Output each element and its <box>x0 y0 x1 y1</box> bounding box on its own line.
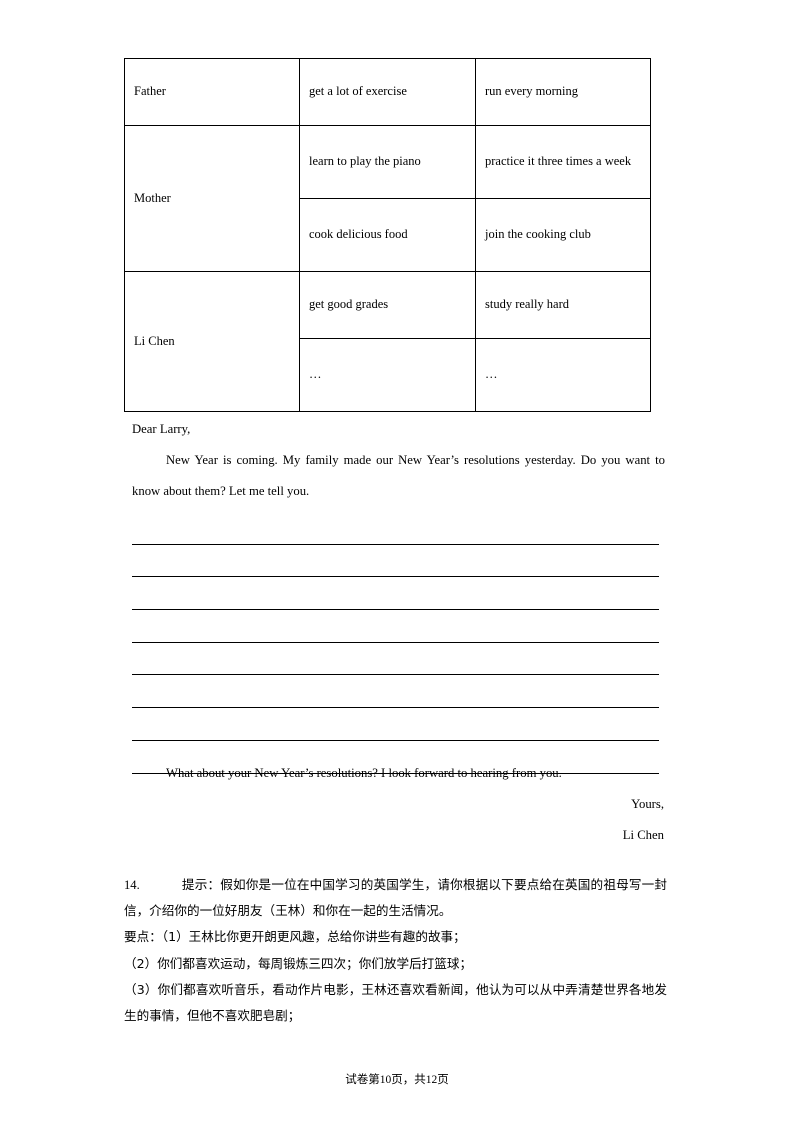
question-point-2: （2）你们都喜欢运动，每周锻炼三四次；你们放学后打篮球； <box>124 955 473 971</box>
table-row: Mother learn to play the piano practice … <box>124 125 651 272</box>
cell-how: run every morning <box>475 58 651 126</box>
letter-closing-sentence: What about your New Year’s resolutions? … <box>166 766 562 780</box>
footer-suffix: 页 <box>437 1072 449 1086</box>
table-row: Father get a lot of exercise run every m… <box>124 58 651 126</box>
answer-writing-lines[interactable] <box>132 512 659 774</box>
cell-how: … <box>475 338 651 412</box>
blank-line[interactable] <box>132 610 659 643</box>
blank-line[interactable] <box>132 545 659 578</box>
blank-line[interactable] <box>132 643 659 676</box>
cell-goal: get good grades <box>299 271 476 339</box>
letter-body-paragraph: New Year is coming. My family made our N… <box>132 453 665 499</box>
cell-how: join the cooking club <box>475 198 651 272</box>
blank-line[interactable] <box>132 577 659 611</box>
cell-person: Mother <box>124 125 300 272</box>
footer-middle: 页，共 <box>391 1072 426 1086</box>
question-14: 14. 提示：假如你是一位在中国学习的英国学生，请你根据以下要点给在英国的祖母写一… <box>124 872 667 1029</box>
question-point-3: （3）你们都喜欢听音乐，看动作片电影，王林还喜欢看新闻，他认为可以从中弄清楚世界… <box>124 981 667 1023</box>
cell-how: practice it three times a week <box>475 125 651 199</box>
exam-page: Father get a lot of exercise run every m… <box>0 0 794 1123</box>
cell-person: Li Chen <box>124 271 300 412</box>
resolutions-table: Father get a lot of exercise run every m… <box>124 58 651 412</box>
letter-closing: What about your New Year’s resolutions? … <box>124 758 665 851</box>
blank-line[interactable] <box>132 512 659 545</box>
question-lead: 14. 提示：假如你是一位在中国学习的英国学生，请你根据以下要点给在英国的祖母写一… <box>124 872 667 924</box>
cell-how: study really hard <box>475 271 651 339</box>
letter-salutation: Dear Larry, <box>132 422 191 436</box>
blank-line[interactable] <box>132 675 659 709</box>
cell-person: Father <box>124 58 300 126</box>
question-lead-text: 提示：假如你是一位在中国学习的英国学生，请你根据以下要点给在英国的祖母写一封信，… <box>124 877 667 919</box>
letter-sign-off: Yours, <box>631 797 664 812</box>
blank-line[interactable] <box>132 708 659 741</box>
footer-total-pages: 12 <box>425 1074 438 1086</box>
cell-goal: … <box>299 338 476 412</box>
page-footer: 试卷第10页，共12页 <box>0 1071 794 1087</box>
cell-goal: learn to play the piano <box>299 125 476 199</box>
footer-prefix: 试卷第 <box>345 1072 380 1086</box>
question-number: 14. <box>124 878 140 892</box>
letter-signature: Li Chen <box>622 828 664 843</box>
footer-current-page: 10 <box>379 1074 392 1086</box>
cell-goal: get a lot of exercise <box>299 58 476 126</box>
letter-opening: Dear Larry, New Year is coming. My famil… <box>124 414 665 507</box>
cell-goal: cook delicious food <box>299 198 476 272</box>
question-point-1: 要点：（1）王林比你更开朗更风趣，总给你讲些有趣的故事； <box>124 929 466 945</box>
table-row: Li Chen get good grades study really har… <box>124 271 651 412</box>
